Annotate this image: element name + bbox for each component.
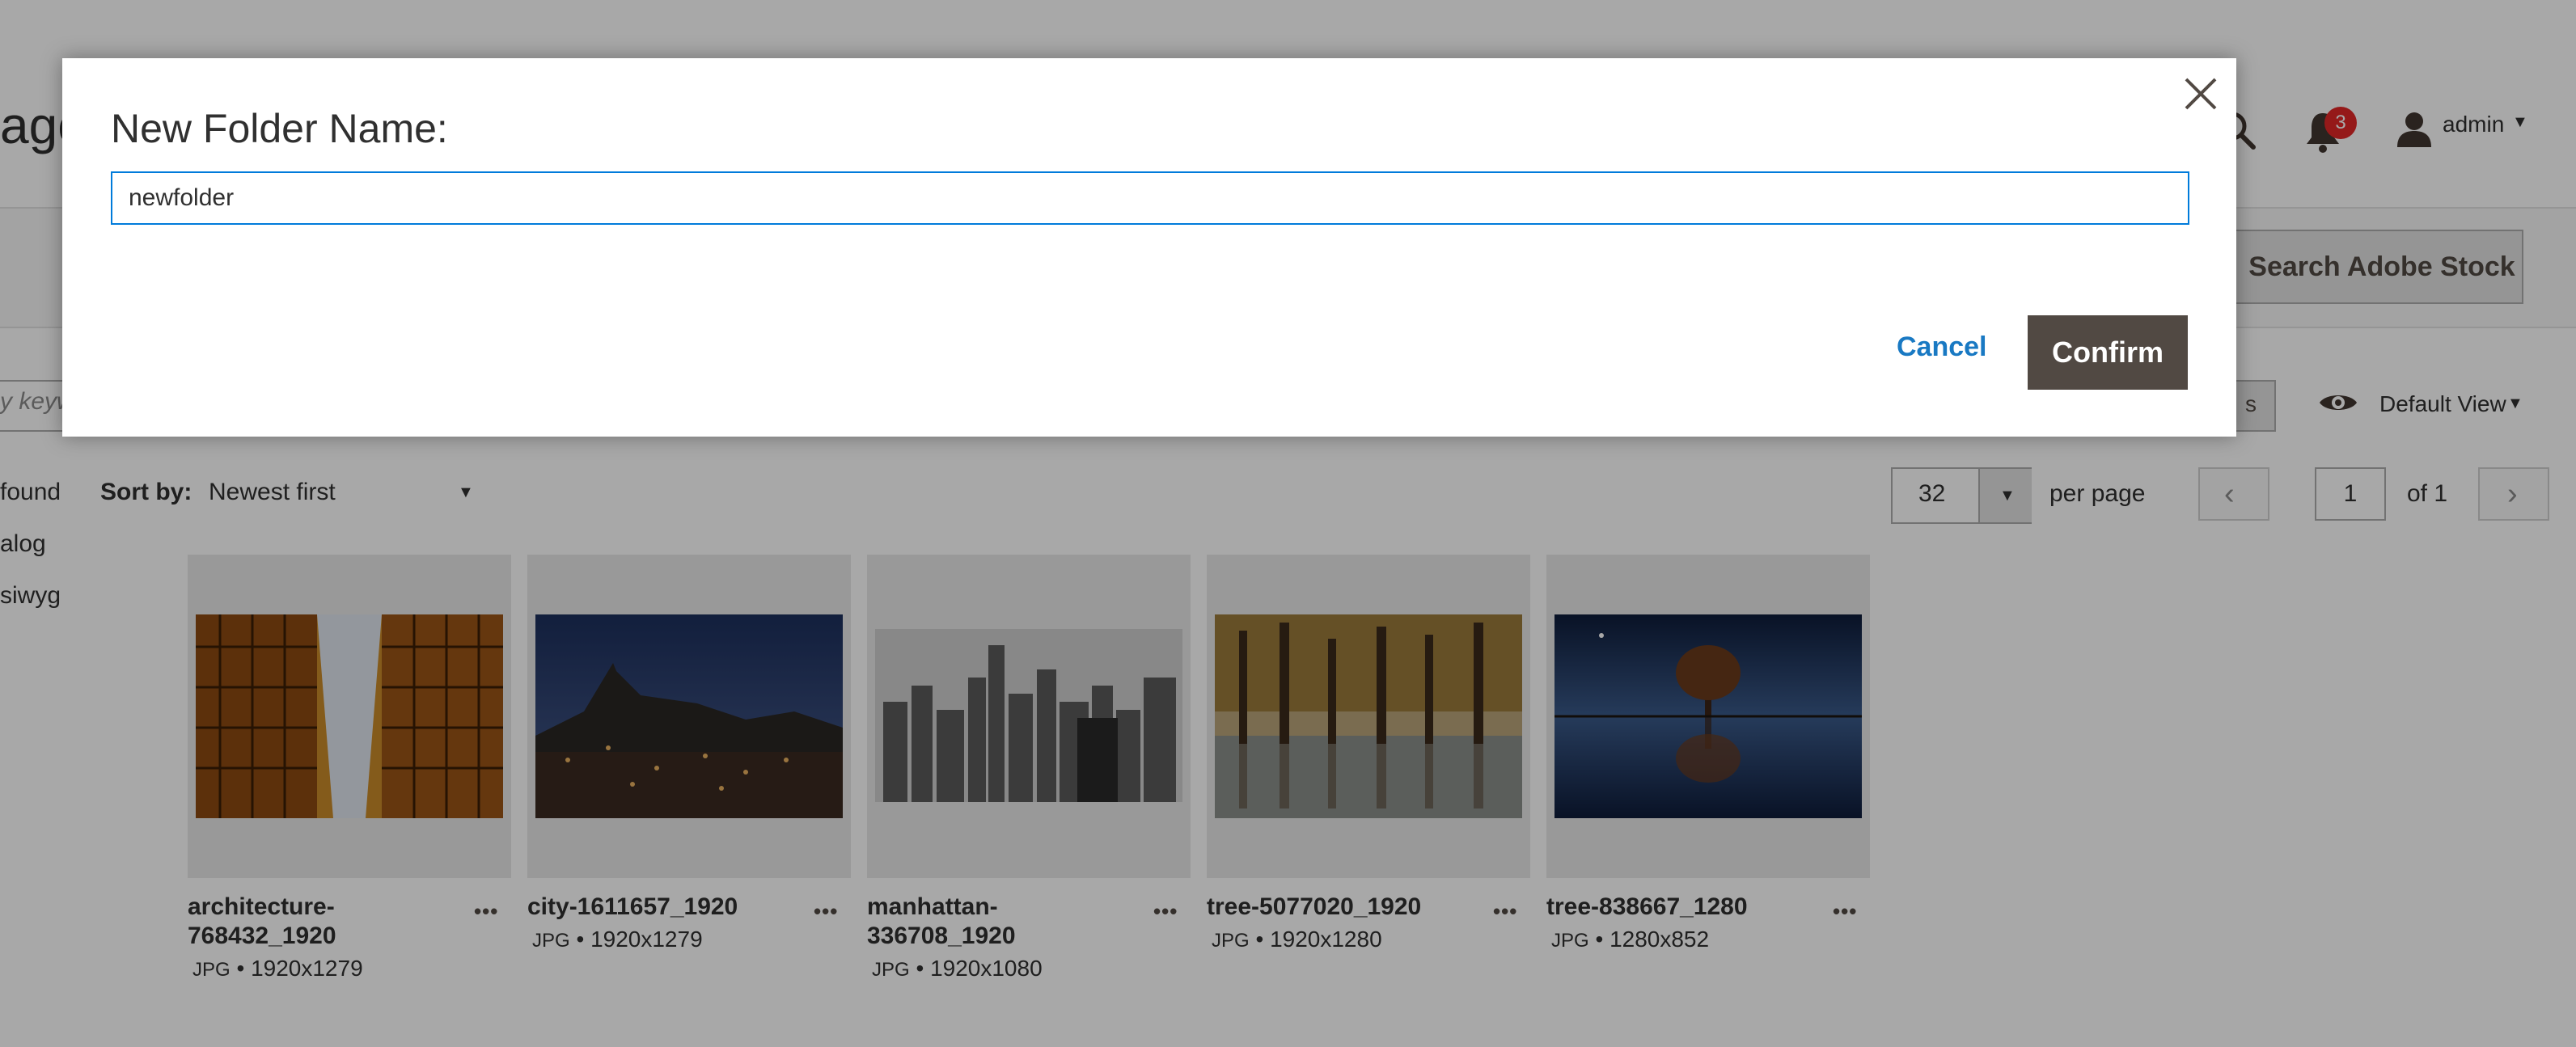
- new-folder-modal: New Folder Name: Cancel Confirm: [62, 58, 2236, 437]
- folder-name-input[interactable]: [111, 171, 2189, 225]
- confirm-button[interactable]: Confirm: [2028, 315, 2188, 390]
- modal-title: New Folder Name:: [111, 106, 448, 151]
- close-icon[interactable]: [2176, 70, 2225, 118]
- cancel-button[interactable]: Cancel: [1897, 331, 1987, 363]
